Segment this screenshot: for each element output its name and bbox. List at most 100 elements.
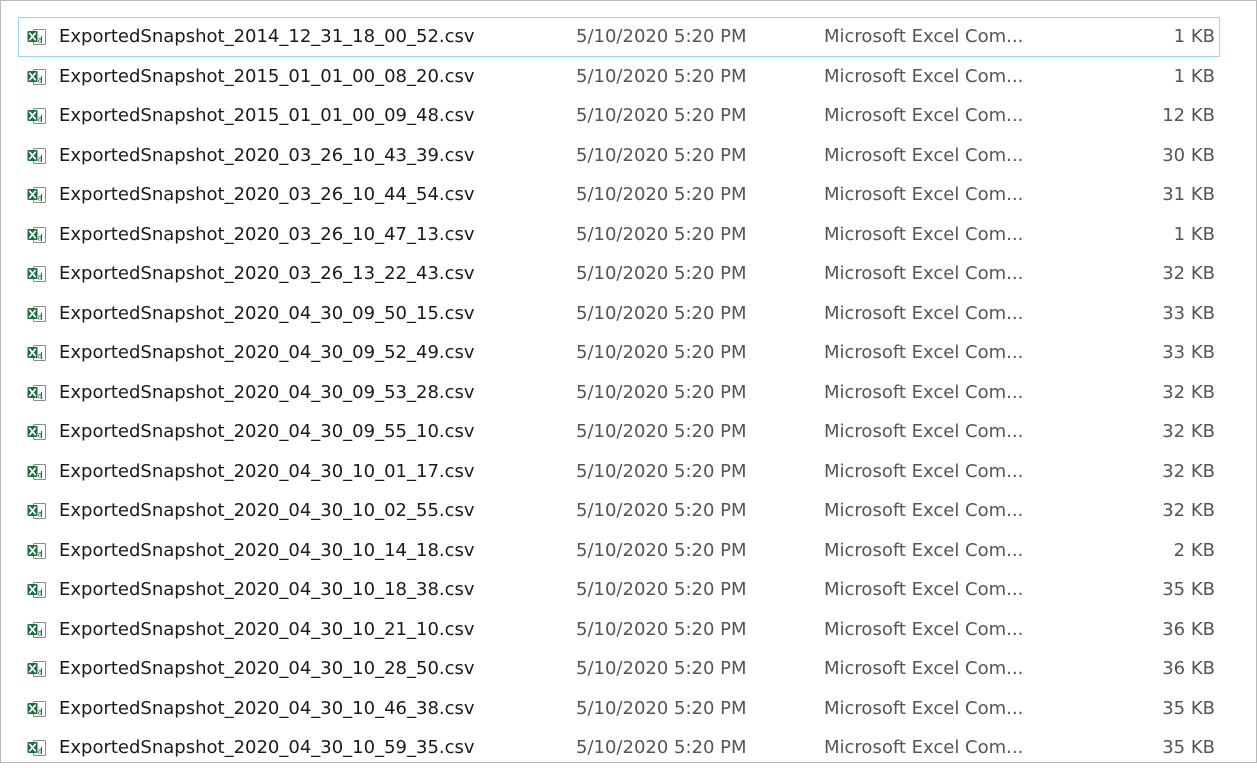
file-size: 35 KB: [1162, 737, 1215, 758]
file-row[interactable]: a ExportedSnapshot_2014_12_31_18_00_52.c…: [18, 17, 1220, 57]
excel-csv-icon: a: [27, 463, 46, 480]
file-size: 1 KB: [1173, 26, 1215, 47]
file-name: ExportedSnapshot_2020_04_30_10_28_50.csv: [59, 658, 475, 679]
file-type: Microsoft Excel Com...: [824, 737, 1024, 758]
file-type: Microsoft Excel Com...: [824, 302, 1024, 324]
file-type: Microsoft Excel Com...: [824, 223, 1024, 245]
file-type: Microsoft Excel Com...: [824, 105, 1024, 126]
date-modified: 5/10/2020 5:20 PM: [576, 658, 747, 679]
file-name-cell[interactable]: a ExportedSnapshot_2020_04_30_10_02_55.c…: [27, 492, 547, 530]
date-modified: 5/10/2020 5:20 PM: [576, 421, 747, 442]
excel-csv-icon: a: [27, 187, 46, 203]
file-name: ExportedSnapshot_2020_04_30_09_55_10.csv: [59, 421, 475, 442]
file-row[interactable]: a ExportedSnapshot_2020_03_26_13_22_43.c…: [18, 254, 1220, 294]
date-modified: 5/10/2020 5:20 PM: [576, 381, 747, 403]
file-size: 32 KB: [1162, 263, 1215, 284]
file-type: Microsoft Excel Com...: [824, 658, 1024, 679]
file-size: 32 KB: [1162, 500, 1215, 521]
date-modified: 5/10/2020 5:20 PM: [576, 26, 747, 47]
excel-csv-icon: a: [27, 68, 46, 85]
date-modified: 5/10/2020 5:20 PM: [576, 105, 747, 126]
file-size: 33 KB: [1162, 302, 1215, 324]
file-size: 33 KB: [1162, 342, 1215, 363]
file-type: Microsoft Excel Com...: [824, 342, 1024, 363]
file-type: Microsoft Excel Com...: [824, 144, 1024, 166]
excel-csv-icon: a: [27, 108, 46, 124]
file-name-cell[interactable]: a ExportedSnapshot_2020_04_30_10_28_50.c…: [27, 650, 547, 688]
file-name: ExportedSnapshot_2020_03_26_10_44_54.csv: [59, 184, 475, 205]
file-name: ExportedSnapshot_2020_04_30_09_52_49.csv: [59, 342, 475, 363]
excel-csv-icon: a: [27, 226, 46, 243]
file-name-cell[interactable]: a ExportedSnapshot_2020_04_30_10_21_10.c…: [27, 611, 547, 649]
file-name-cell[interactable]: a ExportedSnapshot_2020_04_30_10_01_17.c…: [27, 453, 547, 491]
excel-csv-icon: a: [27, 305, 46, 322]
excel-csv-icon: a: [27, 740, 46, 756]
file-row[interactable]: a ExportedSnapshot_2020_04_30_10_01_17.c…: [18, 452, 1220, 492]
file-name-cell[interactable]: a ExportedSnapshot_2020_03_26_13_22_43.c…: [27, 255, 547, 293]
file-size: 32 KB: [1162, 421, 1215, 442]
file-size: 30 KB: [1162, 144, 1215, 166]
date-modified: 5/10/2020 5:20 PM: [576, 579, 747, 600]
date-modified: 5/10/2020 5:20 PM: [576, 144, 747, 166]
file-name-cell[interactable]: a ExportedSnapshot_2020_04_30_09_53_28.c…: [27, 374, 547, 412]
file-name-cell[interactable]: a ExportedSnapshot_2015_01_01_00_09_48.c…: [27, 97, 547, 135]
file-type: Microsoft Excel Com...: [824, 460, 1024, 482]
file-name-cell[interactable]: a ExportedSnapshot_2020_04_30_09_50_15.c…: [27, 295, 547, 333]
date-modified: 5/10/2020 5:20 PM: [576, 223, 747, 245]
file-name-cell[interactable]: a ExportedSnapshot_2020_04_30_10_46_38.c…: [27, 690, 547, 728]
file-name-cell[interactable]: a ExportedSnapshot_2020_04_30_10_59_35.c…: [27, 729, 547, 767]
file-type: Microsoft Excel Com...: [824, 579, 1024, 600]
file-row[interactable]: a ExportedSnapshot_2015_01_01_00_08_20.c…: [18, 57, 1220, 97]
file-row[interactable]: a ExportedSnapshot_2020_04_30_09_55_10.c…: [18, 412, 1220, 452]
file-name: ExportedSnapshot_2015_01_01_00_08_20.csv: [59, 65, 475, 87]
file-row[interactable]: a ExportedSnapshot_2020_04_30_10_21_10.c…: [18, 610, 1220, 650]
file-row[interactable]: a ExportedSnapshot_2020_03_26_10_47_13.c…: [18, 215, 1220, 255]
file-name: ExportedSnapshot_2020_04_30_10_18_38.csv: [59, 579, 475, 600]
file-row[interactable]: a ExportedSnapshot_2020_04_30_10_14_18.c…: [18, 531, 1220, 571]
file-name-cell[interactable]: a ExportedSnapshot_2020_04_30_10_18_38.c…: [27, 571, 547, 609]
file-row[interactable]: a ExportedSnapshot_2020_04_30_09_52_49.c…: [18, 333, 1220, 373]
file-name-cell[interactable]: a ExportedSnapshot_2020_04_30_09_55_10.c…: [27, 413, 547, 451]
file-name-cell[interactable]: a ExportedSnapshot_2020_03_26_10_47_13.c…: [27, 216, 547, 254]
excel-csv-icon: a: [27, 542, 46, 559]
file-row[interactable]: a ExportedSnapshot_2020_04_30_10_59_35.c…: [18, 728, 1220, 768]
file-row[interactable]: a ExportedSnapshot_2020_03_26_10_44_54.c…: [18, 175, 1220, 215]
file-name: ExportedSnapshot_2014_12_31_18_00_52.csv: [59, 26, 475, 47]
file-row[interactable]: a ExportedSnapshot_2020_04_30_10_46_38.c…: [18, 689, 1220, 729]
file-size: 35 KB: [1162, 579, 1215, 600]
file-name-cell[interactable]: a ExportedSnapshot_2015_01_01_00_08_20.c…: [27, 58, 547, 96]
date-modified: 5/10/2020 5:20 PM: [576, 65, 747, 87]
date-modified: 5/10/2020 5:20 PM: [576, 263, 747, 284]
file-row[interactable]: a ExportedSnapshot_2015_01_01_00_09_48.c…: [18, 96, 1220, 136]
file-row[interactable]: a ExportedSnapshot_2020_04_30_10_02_55.c…: [18, 491, 1220, 531]
file-type: Microsoft Excel Com...: [824, 697, 1024, 719]
file-list: a ExportedSnapshot_2014_12_31_18_00_52.c…: [18, 17, 1220, 768]
excel-csv-icon: a: [27, 266, 46, 282]
date-modified: 5/10/2020 5:20 PM: [576, 500, 747, 521]
file-explorer-window: a ExportedSnapshot_2014_12_31_18_00_52.c…: [0, 0, 1257, 763]
file-size: 36 KB: [1162, 618, 1215, 640]
file-name-cell[interactable]: a ExportedSnapshot_2014_12_31_18_00_52.c…: [27, 18, 547, 56]
file-row[interactable]: a ExportedSnapshot_2020_04_30_09_53_28.c…: [18, 373, 1220, 413]
file-name: ExportedSnapshot_2020_04_30_10_59_35.csv: [59, 737, 475, 758]
file-name: ExportedSnapshot_2020_04_30_09_50_15.csv: [59, 302, 475, 324]
date-modified: 5/10/2020 5:20 PM: [576, 460, 747, 482]
file-name: ExportedSnapshot_2020_04_30_10_02_55.csv: [59, 500, 475, 521]
file-row[interactable]: a ExportedSnapshot_2020_04_30_10_18_38.c…: [18, 570, 1220, 610]
file-name-cell[interactable]: a ExportedSnapshot_2020_04_30_10_14_18.c…: [27, 532, 547, 570]
file-name-cell[interactable]: a ExportedSnapshot_2020_04_30_09_52_49.c…: [27, 334, 547, 372]
date-modified: 5/10/2020 5:20 PM: [576, 342, 747, 363]
file-row[interactable]: a ExportedSnapshot_2020_03_26_10_43_39.c…: [18, 136, 1220, 176]
excel-csv-icon: a: [27, 345, 46, 361]
file-size: 2 KB: [1173, 539, 1215, 561]
file-name: ExportedSnapshot_2020_04_30_10_21_10.csv: [59, 618, 475, 640]
date-modified: 5/10/2020 5:20 PM: [576, 539, 747, 561]
file-size: 12 KB: [1162, 105, 1215, 126]
file-type: Microsoft Excel Com...: [824, 263, 1024, 284]
file-row[interactable]: a ExportedSnapshot_2020_04_30_09_50_15.c…: [18, 294, 1220, 334]
file-name-cell[interactable]: a ExportedSnapshot_2020_03_26_10_44_54.c…: [27, 176, 547, 214]
file-name-cell[interactable]: a ExportedSnapshot_2020_03_26_10_43_39.c…: [27, 137, 547, 175]
excel-csv-icon: a: [27, 621, 46, 638]
file-size: 1 KB: [1173, 223, 1215, 245]
file-row[interactable]: a ExportedSnapshot_2020_04_30_10_28_50.c…: [18, 649, 1220, 689]
